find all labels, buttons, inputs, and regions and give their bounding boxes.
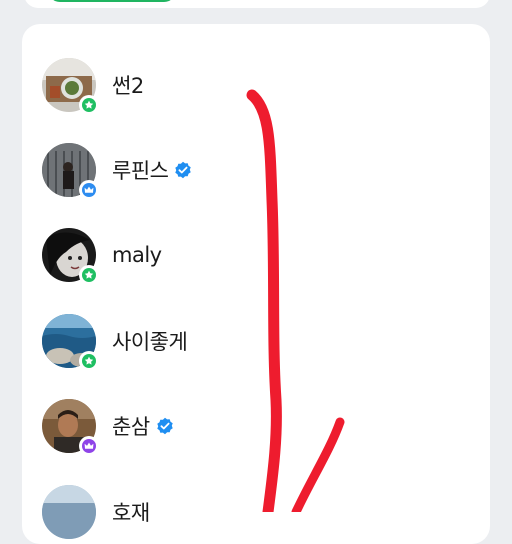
list-item[interactable]: 썬2 <box>42 57 442 115</box>
list-item[interactable]: maly <box>42 227 442 285</box>
verified-check-icon <box>156 417 174 435</box>
list-item[interactable]: 춘삼 <box>42 398 442 456</box>
user-name: 호재 <box>112 501 150 525</box>
avatar[interactable] <box>42 399 99 456</box>
list-item[interactable]: 호재 <box>42 484 442 540</box>
user-name: 썬2 <box>112 74 144 98</box>
blue-crown-icon <box>79 180 99 200</box>
list-item[interactable]: 사이좋게 <box>42 313 442 371</box>
user-name: 춘삼 <box>112 415 150 439</box>
user-name: 사이좋게 <box>112 330 188 354</box>
avatar[interactable] <box>42 485 96 539</box>
avatar[interactable] <box>42 143 99 200</box>
avatar[interactable] <box>42 228 99 285</box>
top-action-button[interactable] <box>48 0 176 2</box>
purple-crown-icon <box>79 436 99 456</box>
avatar-photo <box>42 485 96 539</box>
list-item[interactable]: 루핀스 <box>42 142 442 200</box>
avatar[interactable] <box>42 58 99 115</box>
user-name: 루핀스 <box>112 159 169 183</box>
avatar[interactable] <box>42 314 99 371</box>
green-star-icon <box>79 265 99 285</box>
user-name: maly <box>112 243 162 267</box>
green-star-icon <box>79 351 99 371</box>
verified-check-icon <box>174 161 192 179</box>
green-star-icon <box>79 95 99 115</box>
